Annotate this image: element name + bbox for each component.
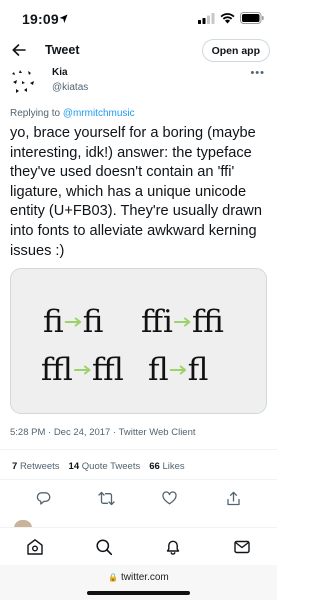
like-icon [161,491,177,505]
cellular-signal-icon [198,12,215,24]
replying-to-label: Replying to [10,108,63,119]
quote-tweets-stat[interactable]: 14 Quote Tweets [69,461,141,472]
status-time: 19:09 [22,11,59,27]
reply-icon [36,491,50,505]
arrow-left-icon [12,44,26,56]
ligature-pair: fl ﬂ [148,352,208,388]
arrow-right-icon [64,317,82,327]
arrow-right-icon [169,365,187,375]
quote-tweets-count: 14 [68,461,80,472]
likes-count: 66 [149,461,160,472]
retweet-icon [97,491,115,505]
retweets-stat[interactable]: 7 Retweets [12,461,60,472]
ligature-result-text: ﬄ [92,352,124,388]
battery-icon [240,12,264,24]
ligature-result-text: ﬁ [83,304,104,340]
arrow-right-icon [73,365,91,375]
divider [0,449,277,450]
url-text: twitter.com [120,572,169,583]
arrow-right-icon [173,317,191,327]
engagement-stats: 7 Retweets 14 Quote Tweets 66 Likes [12,461,185,472]
ligature-illustration: fi ﬁ ffi ﬃ ffl ﬄ fl ﬂ [41,304,224,388]
back-button[interactable] [9,40,29,60]
replying-to: Replying to @mrmitchmusic [10,108,135,119]
author-row: Kia @kiatas ••• [0,64,277,100]
more-options-icon[interactable]: ••• [250,67,265,79]
avatar[interactable] [10,67,42,99]
quote-tweets-label: Quote Tweets [81,461,141,472]
status-bar: 19:09 [0,0,277,36]
divider [0,479,277,480]
ligature-result-text: ﬃ [192,304,224,340]
retweets-label: Retweets [19,461,60,472]
status-icons [198,12,264,24]
reply-mention-link[interactable]: @mrmitchmusic [63,108,135,119]
lock-icon: 🔒 [108,573,119,582]
retweets-count: 7 [12,461,18,472]
page-title: Tweet [45,43,80,57]
author-handle[interactable]: @kiatas [52,82,88,93]
author-name[interactable]: Kia [52,67,68,78]
ligature-source-text: ffi [141,304,173,340]
search-icon [96,539,113,556]
tweet-actions [0,486,277,510]
ligature-source-text: ffl [41,352,73,388]
tweet-image[interactable]: fi ﬁ ffi ﬃ ffl ﬄ fl ﬂ [10,268,267,414]
nav-messages[interactable] [231,536,253,558]
ligature-pair: ffl ﬄ [41,352,124,388]
ligature-pair: ffi ﬃ [141,304,224,340]
messages-icon [234,540,250,554]
likes-label: Likes [162,461,185,472]
notifications-icon [166,540,180,555]
retweet-button[interactable] [96,488,116,508]
home-icon [27,539,43,555]
reply-button[interactable] [33,488,53,508]
likes-stat[interactable]: 66 Likes [149,461,184,472]
tweet-text: yo, brace yourself for a boring (maybe i… [10,125,262,259]
nav-search[interactable] [93,536,115,558]
wifi-icon [220,12,235,23]
ligature-pair: fi ﬁ [43,304,103,340]
open-app-button[interactable]: Open app [201,39,270,62]
bottom-navigation [0,527,277,565]
nav-notifications[interactable] [162,536,184,558]
ligature-source-text: fl [148,352,169,388]
like-button[interactable] [159,488,179,508]
share-button[interactable] [223,488,243,508]
tweet-header: Tweet Open app [0,36,277,66]
nav-home[interactable] [24,536,46,558]
ligature-source-text: fi [43,304,64,340]
location-arrow-icon [59,14,68,23]
share-icon [226,491,240,505]
ligature-result-text: ﬂ [188,352,209,388]
home-indicator [87,591,190,595]
url-display[interactable]: 🔒 twitter.com [0,572,277,583]
tweet-timestamp[interactable]: 5:28 PM · Dec 24, 2017 · Twitter Web Cli… [10,427,196,438]
